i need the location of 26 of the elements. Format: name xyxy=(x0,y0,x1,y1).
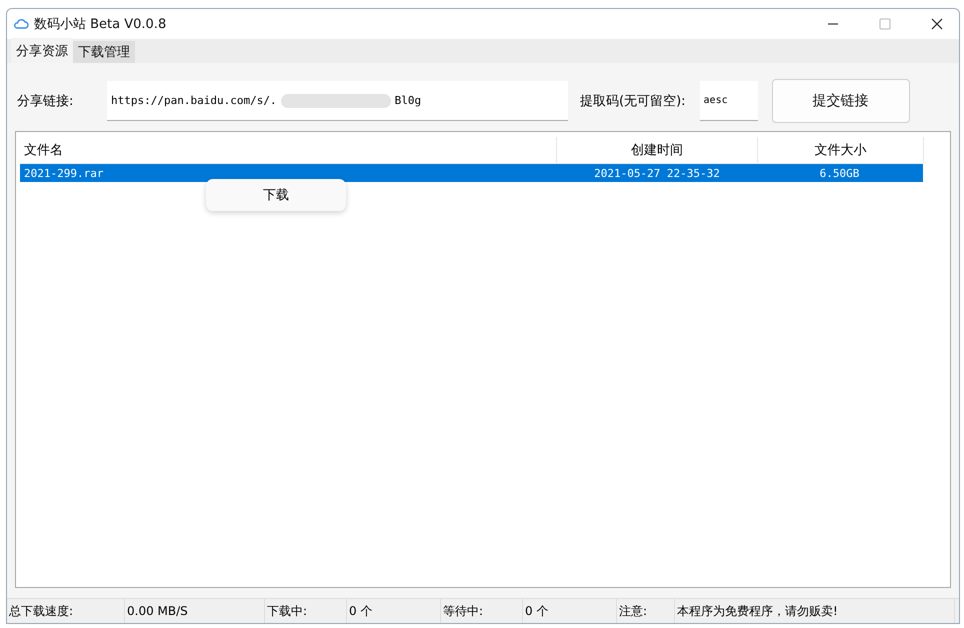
submit-button[interactable]: 提交链接 xyxy=(772,79,910,123)
status-text: 本程序为免费程序，请勿贩卖! xyxy=(675,599,955,623)
status-text: 总下载速度: xyxy=(7,599,125,623)
link-label: 分享链接: xyxy=(16,93,74,110)
tab[interactable]: 分享资源 xyxy=(11,38,73,63)
table-cell-text: 2021-05-27 22-35-32 xyxy=(593,166,721,180)
tab[interactable]: 下载管理 xyxy=(73,41,135,63)
column-header[interactable]: 文件名 xyxy=(20,137,557,163)
status-text: 注意: xyxy=(617,599,675,623)
window-title: 数码小站 Beta V0.0.8 xyxy=(34,16,166,33)
status-text: 等待中: xyxy=(441,599,523,623)
close-icon[interactable] xyxy=(931,18,943,30)
status-text: 0.00 MB/S xyxy=(125,599,265,623)
status-text: 下载中: xyxy=(265,599,347,623)
link-field[interactable]: https://pan.baidu.com/s/. Bl0g xyxy=(107,81,568,121)
status-text: 0 个 xyxy=(347,599,441,623)
table-row[interactable]: 2021-299.rar 2021-05-27 22-35-32 6.50GB xyxy=(20,164,923,182)
column-header[interactable]: 文件大小 xyxy=(758,137,924,163)
column-header[interactable]: 创建时间 xyxy=(557,137,758,163)
table-cell-text: 6.50GB xyxy=(818,166,860,180)
table-cell-text: 2021-299.rar xyxy=(23,166,104,180)
code-label: 提取码(无可留空): xyxy=(579,93,686,110)
code-field[interactable]: aesc xyxy=(700,81,758,121)
cloud-icon xyxy=(13,18,29,30)
status-text: 0 个 xyxy=(523,599,617,623)
menu-item[interactable]: 下载 xyxy=(206,182,346,208)
